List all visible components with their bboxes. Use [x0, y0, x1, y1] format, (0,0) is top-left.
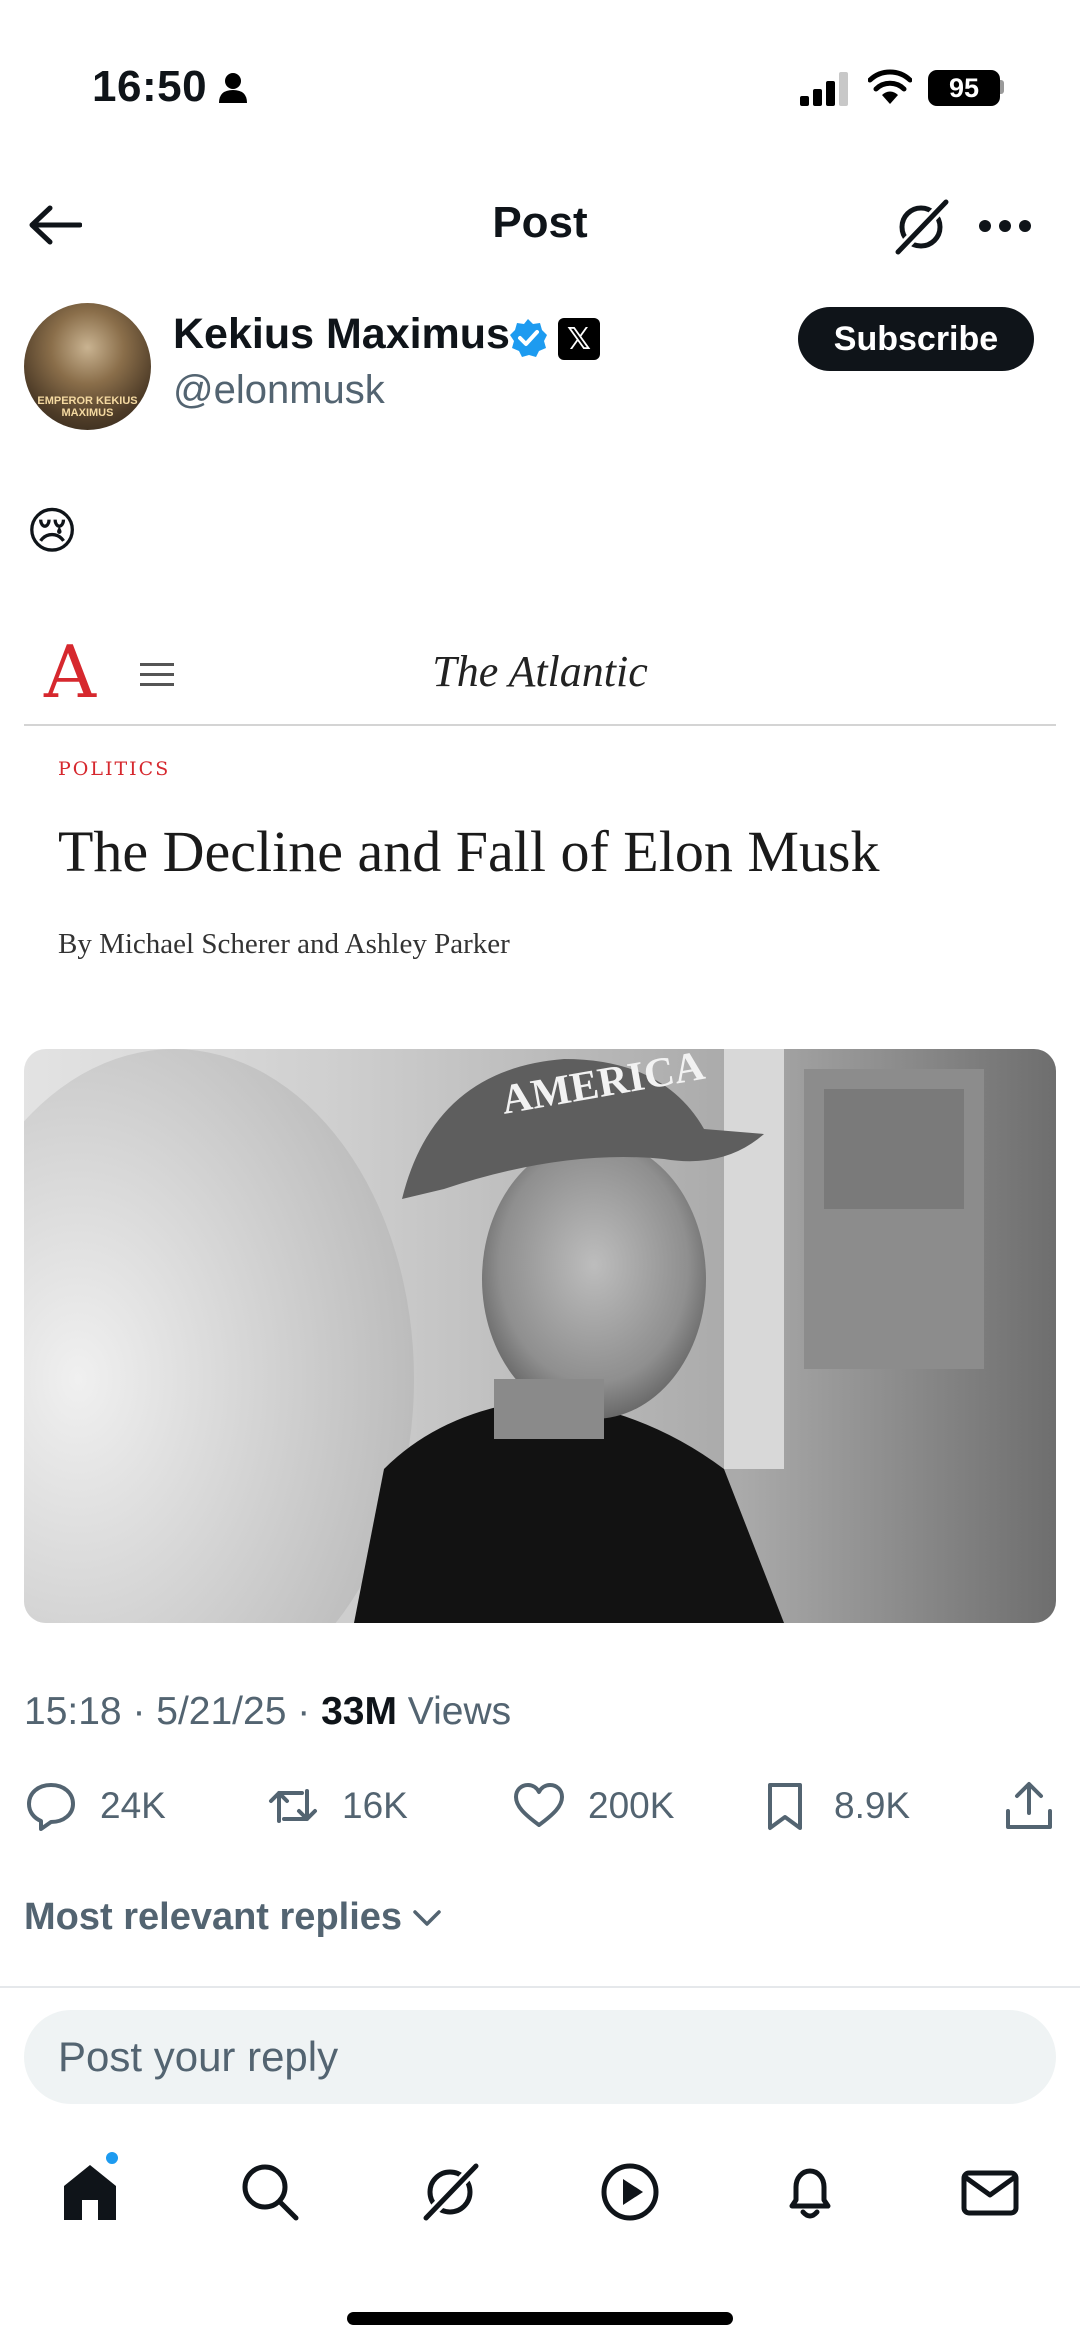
repost-icon — [269, 1789, 317, 1823]
bookmark-count: 8.9K — [834, 1785, 911, 1826]
replies-sort-label: Most relevant replies — [24, 1896, 403, 1938]
article-publication: The Atlantic — [432, 647, 648, 696]
grok-icon[interactable] — [418, 2160, 482, 2224]
heart-icon — [514, 1783, 564, 1827]
signal-icon — [800, 72, 848, 106]
home-icon[interactable] — [58, 2160, 122, 2224]
article-section: POLITICS — [58, 758, 171, 780]
status-time: 16:50 — [92, 62, 208, 111]
battery-level: 95 — [928, 70, 1000, 106]
author-handle[interactable]: @elonmusk — [173, 368, 385, 413]
share-button[interactable] — [1002, 1776, 1078, 1836]
reply-icon — [27, 1783, 75, 1831]
avatar[interactable]: EMPEROR KEKIUS MAXIMUS — [24, 303, 151, 430]
more-options-icon[interactable] — [978, 218, 1032, 234]
article-byline: By Michael Scherer and Ashley Parker — [58, 928, 510, 960]
subscribe-button[interactable]: Subscribe — [798, 307, 1034, 371]
chevron-down-icon — [413, 1909, 441, 1926]
x-affiliate-icon: 𝕏 — [558, 318, 600, 360]
reply-button[interactable]: 24K — [24, 1776, 166, 1836]
post-time: 15:18 — [24, 1690, 122, 1733]
person-icon — [219, 73, 247, 103]
article-divider — [24, 724, 1056, 726]
views-label: Views — [407, 1690, 512, 1733]
repost-count: 16K — [342, 1785, 408, 1826]
author-name[interactable]: Kekius Maximus — [173, 310, 510, 359]
post-text: 😢 — [26, 503, 79, 559]
notifications-icon[interactable] — [778, 2160, 842, 2224]
article-headline: The Decline and Fall of Elon Musk — [58, 819, 880, 884]
avatar-caption: EMPEROR KEKIUS MAXIMUS — [37, 395, 138, 419]
bookmark-button[interactable]: 8.9K — [758, 1776, 910, 1836]
reply-input[interactable]: Post your reply — [24, 2010, 1056, 2104]
battery-nub — [1000, 80, 1004, 94]
home-indicator — [347, 2312, 733, 2325]
divider — [0, 1986, 1080, 1988]
repost-button[interactable]: 16K — [266, 1776, 408, 1836]
post-meta: 15:18 · 5/21/25 · 33M Views — [24, 1690, 512, 1733]
home-notification-dot — [104, 2150, 120, 2166]
search-icon[interactable] — [238, 2160, 302, 2224]
post-photo[interactable]: AMERICA — [24, 1049, 1056, 1623]
bookmark-icon — [768, 1783, 802, 1830]
messages-icon[interactable] — [958, 2160, 1022, 2224]
views-count: 33M — [321, 1690, 397, 1733]
video-icon[interactable] — [598, 2160, 662, 2224]
reply-count: 24K — [100, 1785, 166, 1826]
like-count: 200K — [588, 1785, 675, 1826]
verified-badge-icon — [510, 319, 547, 357]
grok-icon[interactable] — [890, 196, 952, 258]
post-date: 5/21/25 — [156, 1690, 287, 1733]
wifi-icon — [868, 69, 912, 104]
like-button[interactable]: 200K — [512, 1776, 674, 1836]
replies-sort-dropdown[interactable]: Most relevant replies — [24, 1896, 442, 1939]
share-icon — [1006, 1782, 1052, 1829]
